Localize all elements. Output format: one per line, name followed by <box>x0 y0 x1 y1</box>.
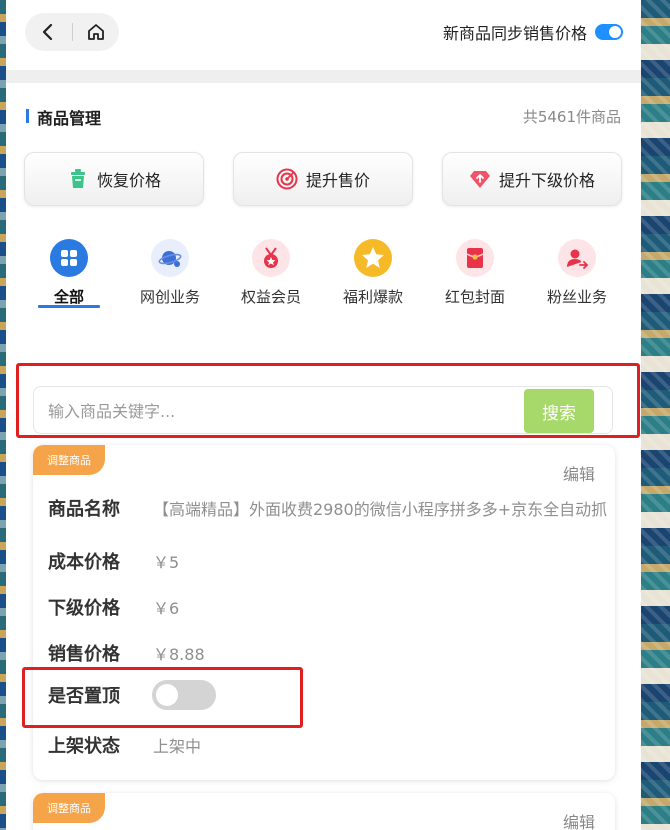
background-mosaic-right <box>641 0 670 830</box>
grid-icon <box>50 239 88 277</box>
adjust-product-tag: 调整商品 <box>33 793 119 823</box>
cost-price-row: 成本价格 ￥5 <box>48 546 179 576</box>
planet-icon <box>151 239 189 277</box>
search-input[interactable] <box>48 399 508 423</box>
pin-top-label: 是否置顶 <box>48 686 120 707</box>
chevron-left-icon <box>43 23 53 41</box>
sale-price-label: 销售价格 <box>48 644 120 665</box>
app-window: 新商品同步销售价格 商品管理 共5461件商品 恢复价格 提升售价 提升下级价格 <box>6 0 641 830</box>
tab-all[interactable]: 全部 <box>19 236 119 316</box>
tab-online-business[interactable]: 网创业务 <box>120 236 220 316</box>
tab-hot-deals[interactable]: 福利爆款 <box>323 236 423 316</box>
sale-price-value: ￥8.88 <box>153 645 205 664</box>
tab-online-business-label: 网创业务 <box>139 288 200 306</box>
raise-price-button[interactable]: 提升售价 <box>233 152 413 206</box>
restore-price-button[interactable]: 恢复价格 <box>24 152 204 206</box>
tab-fans-business[interactable]: 粉丝业务 <box>527 236 627 316</box>
nav-capsule <box>25 13 119 51</box>
product-name-row: 商品名称 【高端精品】外面收费2980的微信小程序拼多多+京东全自动抓 <box>48 493 607 523</box>
pin-top-row: 是否置顶 <box>48 680 216 710</box>
cost-price-value: ￥5 <box>153 553 180 572</box>
action-buttons: 恢复价格 提升售价 提升下级价格 <box>24 152 624 206</box>
tab-membership-label: 权益会员 <box>240 288 301 306</box>
home-button[interactable] <box>72 13 119 51</box>
cost-price-label: 成本价格 <box>48 552 120 573</box>
diamond-up-icon <box>469 168 491 190</box>
tab-all-label: 全部 <box>53 288 84 306</box>
sub-price-value: ￥6 <box>153 599 180 618</box>
section-header: 商品管理 共5461件商品 <box>6 100 641 132</box>
user-share-icon <box>558 239 596 277</box>
divider-band <box>6 70 641 83</box>
section-accent-bar <box>26 109 29 123</box>
product-card: 调整商品 编辑 <box>33 793 615 830</box>
adjust-product-tag: 调整商品 <box>33 445 119 475</box>
tab-fans-business-label: 粉丝业务 <box>546 288 607 306</box>
product-card: 调整商品 编辑 商品名称 【高端精品】外面收费2980的微信小程序拼多多+京东全… <box>33 445 615 780</box>
restore-price-label: 恢复价格 <box>96 171 161 190</box>
sync-price-toggle[interactable] <box>595 24 623 40</box>
medal-icon <box>252 239 290 277</box>
active-tab-indicator <box>38 305 100 308</box>
listing-status-label: 上架状态 <box>48 736 120 757</box>
raise-price-label: 提升售价 <box>305 171 370 190</box>
tab-red-envelope[interactable]: 红包封面 <box>425 236 525 316</box>
sale-price-row: 销售价格 ￥8.88 <box>48 638 205 668</box>
sync-price-setting: 新商品同步销售价格 <box>443 20 623 44</box>
sub-price-row: 下级价格 ￥6 <box>48 592 179 622</box>
tab-hot-deals-label: 福利爆款 <box>342 288 403 306</box>
category-tabs: 全部 网创业务 权益会员 福利爆款 红包封面 粉丝业务 <box>6 236 641 316</box>
top-bar: 新商品同步销售价格 <box>6 0 641 70</box>
product-name-label: 商品名称 <box>48 499 120 520</box>
sub-price-label: 下级价格 <box>48 598 120 619</box>
raise-sub-price-button[interactable]: 提升下级价格 <box>442 152 622 206</box>
search-bar: 搜索 <box>33 386 613 434</box>
sync-price-label: 新商品同步销售价格 <box>442 24 587 43</box>
back-button[interactable] <box>25 13 72 51</box>
product-name-value: 【高端精品】外面收费2980的微信小程序拼多多+京东全自动抓 <box>153 500 608 519</box>
home-icon <box>87 24 104 40</box>
tab-membership[interactable]: 权益会员 <box>221 236 321 316</box>
star-icon <box>354 239 392 277</box>
listing-status-value: 上架中 <box>153 737 202 756</box>
red-envelope-icon <box>456 239 494 277</box>
product-count: 共5461件商品 <box>522 108 621 126</box>
raise-sub-price-label: 提升下级价格 <box>498 171 595 190</box>
search-button[interactable]: 搜索 <box>524 389 594 433</box>
edit-link[interactable]: 编辑 <box>563 461 595 485</box>
listing-status-row: 上架状态 上架中 <box>48 730 201 760</box>
target-icon <box>276 168 298 190</box>
edit-link[interactable]: 编辑 <box>563 809 595 830</box>
trash-restore-icon <box>67 168 89 190</box>
tab-red-envelope-label: 红包封面 <box>444 288 505 306</box>
pin-top-toggle[interactable] <box>152 680 216 710</box>
section-title: 商品管理 <box>37 109 102 128</box>
